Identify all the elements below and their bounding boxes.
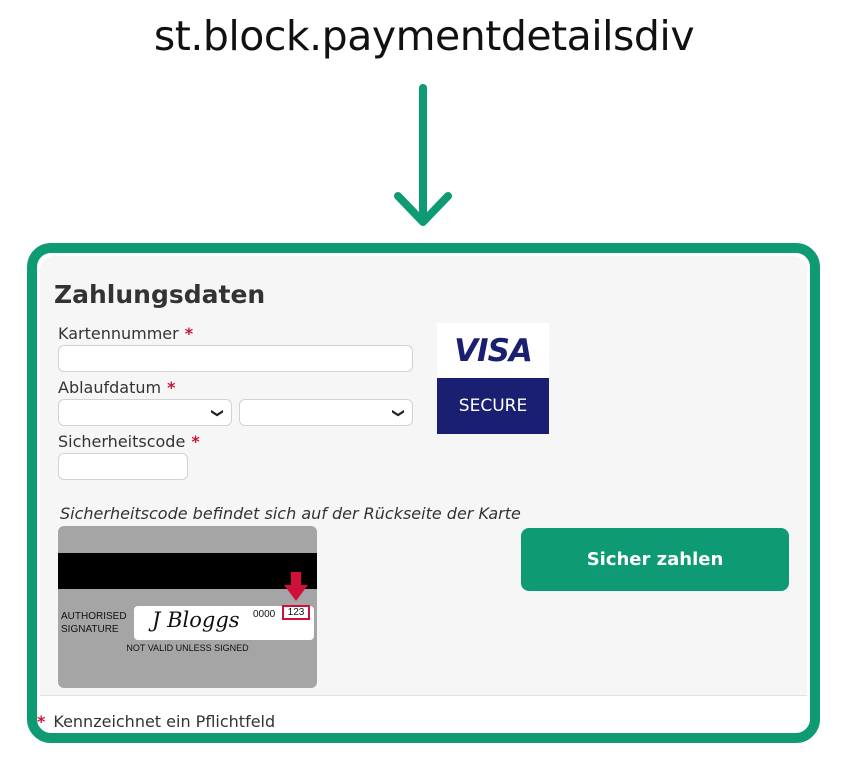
expiry-month-select[interactable]: ❯ [58, 399, 232, 426]
required-mark: * [184, 324, 194, 343]
authorised-signature-label: AUTHORISED SIGNATURE [61, 611, 127, 635]
visa-secure-logo: VISA SECURE [437, 323, 549, 435]
visa-brand: VISA [437, 323, 549, 378]
required-mark: * [167, 378, 176, 397]
chevron-down-icon: ❯ [210, 407, 225, 419]
payment-form: Zahlungsdaten Kartennummer * Ablaufdatum *… [40, 256, 807, 696]
caption-title: st.block.paymentdetailsdiv [153, 12, 695, 60]
magnetic-stripe [58, 553, 317, 589]
security-code-hint: Sicherheitscode befindet sich auf der Rü… [60, 504, 521, 523]
chevron-down-icon: ❯ [391, 407, 406, 419]
payment-details-block: Zahlungsdaten Kartennummer * Ablaufdatum *… [27, 243, 820, 743]
required-mark: * [191, 432, 200, 451]
visa-secure-text: SECURE [437, 378, 549, 434]
security-code-input[interactable] [58, 453, 188, 480]
security-code-label: Sicherheitscode * [58, 432, 200, 451]
card-number-label: Kartennummer * [58, 324, 194, 343]
signature: J Bloggs [152, 608, 240, 632]
expiry-year-select[interactable]: ❯ [239, 399, 413, 426]
pay-button[interactable]: Sicher zahlen [521, 528, 789, 591]
expiry-label: Ablaufdatum * [58, 378, 176, 397]
form-title: Zahlungsdaten [54, 280, 266, 309]
cvv-highlight: 123 [282, 605, 310, 620]
pointer-arrow-icon [284, 572, 308, 601]
card-last-digits: 0000 [253, 609, 276, 620]
card-number-input[interactable] [58, 345, 413, 372]
card-back-illustration: AUTHORISED SIGNATURE J Bloggs 0000 123 N… [58, 526, 317, 688]
signature-strip: J Bloggs 0000 123 [134, 605, 314, 640]
required-field-note: * Kennzeichnet ein Pflichtfeld [37, 712, 276, 731]
down-arrow-icon [394, 84, 452, 226]
not-valid-text: NOT VALID UNLESS SIGNED [126, 643, 249, 653]
